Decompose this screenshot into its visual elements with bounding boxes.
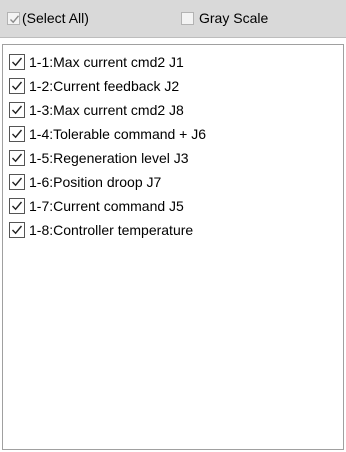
- item-checkbox[interactable]: [9, 198, 25, 214]
- list-item[interactable]: 1-1:Max current cmd2 J1: [9, 50, 339, 74]
- signal-list: 1-1:Max current cmd2 J1 1-2:Current feed…: [9, 50, 339, 242]
- check-icon: [11, 177, 23, 187]
- item-checkbox[interactable]: [9, 78, 25, 94]
- list-item[interactable]: 1-7:Current command J5: [9, 194, 339, 218]
- list-item[interactable]: 1-5:Regeneration level J3: [9, 146, 339, 170]
- item-checkbox[interactable]: [9, 126, 25, 142]
- list-item[interactable]: 1-3:Max current cmd2 J8: [9, 98, 339, 122]
- check-icon: [11, 225, 23, 235]
- select-all-label: (Select All): [22, 10, 89, 26]
- check-icon: [11, 81, 23, 91]
- item-label: 1-2:Current feedback J2: [29, 78, 180, 94]
- item-label: 1-7:Current command J5: [29, 198, 184, 214]
- check-icon: [11, 201, 23, 211]
- item-label: 1-3:Max current cmd2 J8: [29, 102, 184, 118]
- item-label: 1-6:Position droop J7: [29, 174, 162, 190]
- item-label: 1-1:Max current cmd2 J1: [29, 54, 184, 70]
- list-item[interactable]: 1-4:Tolerable command + J6: [9, 122, 339, 146]
- gray-scale-label: Gray Scale: [199, 10, 269, 26]
- signal-list-panel[interactable]: 1-1:Max current cmd2 J1 1-2:Current feed…: [2, 44, 344, 450]
- item-label: 1-4:Tolerable command + J6: [29, 126, 207, 142]
- gray-scale-checkbox-box[interactable]: [181, 11, 194, 25]
- gray-scale-checkbox[interactable]: Gray Scale: [181, 9, 268, 27]
- check-icon: [11, 105, 23, 115]
- list-item[interactable]: 1-2:Current feedback J2: [9, 74, 339, 98]
- list-item[interactable]: 1-8:Controller temperature: [9, 218, 339, 242]
- item-checkbox[interactable]: [9, 150, 25, 166]
- item-checkbox[interactable]: [9, 102, 25, 118]
- check-icon: [11, 129, 23, 139]
- select-all-checkbox[interactable]: (Select All): [7, 9, 89, 27]
- select-all-checkbox-box[interactable]: [7, 11, 20, 25]
- check-icon: [10, 14, 20, 23]
- check-icon: [11, 153, 23, 163]
- item-label: 1-8:Controller temperature: [29, 222, 194, 238]
- item-checkbox[interactable]: [9, 174, 25, 190]
- item-label: 1-5:Regeneration level J3: [29, 150, 189, 166]
- list-item[interactable]: 1-6:Position droop J7: [9, 170, 339, 194]
- item-checkbox[interactable]: [9, 54, 25, 70]
- item-checkbox[interactable]: [9, 222, 25, 238]
- toolbar: (Select All) Gray Scale: [0, 0, 346, 38]
- check-icon: [11, 57, 23, 67]
